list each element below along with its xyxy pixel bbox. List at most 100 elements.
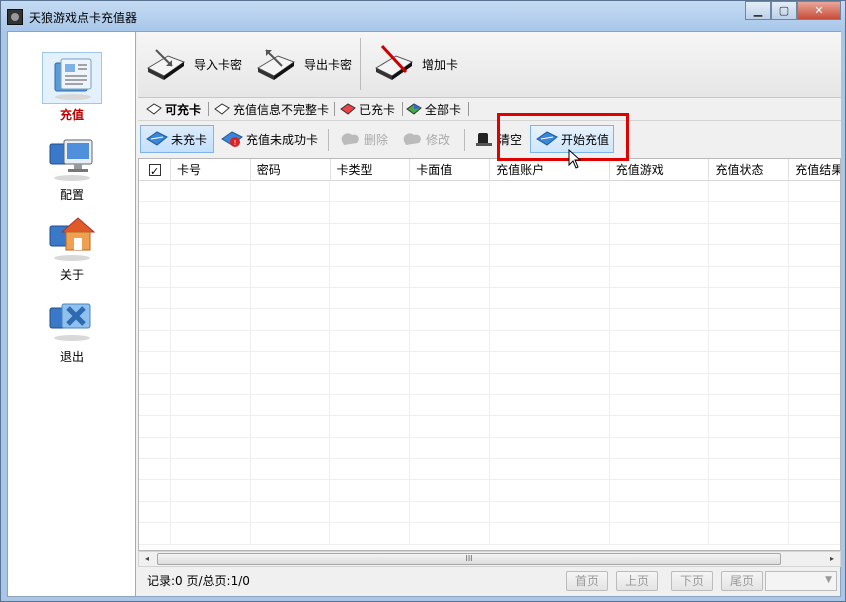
column-header[interactable]: 卡类型 bbox=[331, 159, 411, 181]
table-cell bbox=[330, 287, 411, 309]
table-cell bbox=[789, 416, 840, 436]
scroll-thumb[interactable]: III bbox=[157, 553, 781, 565]
table-cell bbox=[490, 373, 610, 394]
table-cell bbox=[490, 480, 610, 501]
table-cell bbox=[171, 459, 251, 480]
table-cell bbox=[709, 202, 790, 223]
table-row bbox=[139, 202, 840, 224]
table-cell bbox=[330, 223, 411, 245]
window-controls: ▁ ▢ ✕ bbox=[745, 1, 841, 23]
export-button[interactable]: 导出卡密 bbox=[252, 38, 352, 90]
page-select[interactable]: ▼ bbox=[765, 571, 837, 591]
table-cell bbox=[171, 373, 251, 394]
column-header[interactable]: 充值游戏 bbox=[610, 159, 710, 181]
table-cell bbox=[410, 309, 491, 330]
table-cell bbox=[789, 502, 840, 522]
start-recharge-label: 开始充值 bbox=[561, 132, 610, 147]
title-bar: 天狼游戏点卡充值器 ▁ ▢ ✕ bbox=[1, 1, 845, 31]
column-header[interactable]: 充值状态 bbox=[709, 159, 790, 181]
table-row bbox=[139, 352, 840, 374]
table-cell bbox=[410, 373, 491, 394]
table-cell bbox=[251, 330, 331, 352]
clear-icon bbox=[472, 129, 496, 149]
table-cell bbox=[709, 523, 790, 544]
table-cell bbox=[410, 245, 491, 266]
sidebar-item-recharge[interactable]: 充值 bbox=[8, 52, 136, 123]
tab-charged[interactable]: 已充卡 bbox=[338, 100, 395, 118]
table-cell bbox=[171, 245, 251, 266]
sidebar-item-exit[interactable]: 退出 bbox=[8, 294, 136, 365]
clear-button[interactable]: 清空 bbox=[468, 125, 526, 153]
select-all-checkbox[interactable] bbox=[139, 159, 171, 181]
maximize-icon: ▢ bbox=[778, 4, 790, 17]
import-button[interactable]: 导入卡密 bbox=[142, 38, 242, 90]
table-cell bbox=[171, 501, 251, 523]
table-cell bbox=[709, 245, 790, 266]
table-cell bbox=[139, 480, 171, 501]
table-cell bbox=[171, 202, 251, 223]
scroll-right-icon[interactable]: ▸ bbox=[824, 552, 840, 566]
column-header[interactable]: 卡号 bbox=[171, 159, 251, 181]
sidebar-item-label: 退出 bbox=[59, 350, 84, 364]
column-header[interactable]: 卡面值 bbox=[410, 159, 491, 181]
tab-label: 可充卡 bbox=[165, 102, 202, 117]
window-title: 天狼游戏点卡充值器 bbox=[29, 11, 138, 25]
last-page-button[interactable]: 尾页 bbox=[721, 571, 763, 591]
sidebar-item-config[interactable]: 配置 bbox=[8, 132, 136, 203]
uncharged-filter-button[interactable]: 未充卡 bbox=[140, 125, 214, 153]
table-cell bbox=[330, 309, 411, 330]
table-cell bbox=[709, 309, 790, 330]
horizontal-scrollbar[interactable]: ◂ III ▸ bbox=[138, 551, 841, 567]
column-header[interactable]: 密码 bbox=[251, 159, 331, 181]
tab-chargeable[interactable]: 可充卡 bbox=[144, 100, 201, 118]
add-card-label: 增加卡 bbox=[422, 57, 459, 72]
tab-all[interactable]: 全部卡 bbox=[404, 100, 461, 118]
import-card-icon bbox=[142, 40, 190, 88]
table-cell bbox=[610, 437, 710, 459]
sidebar-item-about[interactable]: 关于 bbox=[8, 212, 136, 283]
table-cell bbox=[251, 394, 331, 416]
tab-incomplete[interactable]: 充值信息不完整卡 bbox=[212, 100, 329, 118]
first-page-button[interactable]: 首页 bbox=[566, 571, 608, 591]
table-cell bbox=[789, 309, 840, 329]
table-cell bbox=[251, 523, 331, 544]
table-header: 卡号 密码 卡类型 卡面值 充值账户 充值游戏 充值状态 充值结果 bbox=[139, 159, 840, 181]
add-card-button[interactable]: 增加卡 bbox=[370, 38, 458, 90]
column-header[interactable]: 充值账户 bbox=[490, 159, 610, 181]
clear-label: 清空 bbox=[498, 132, 523, 147]
delete-button[interactable]: 删除 bbox=[334, 125, 392, 153]
edit-button[interactable]: 修改 bbox=[396, 125, 454, 153]
close-button[interactable]: ✕ bbox=[797, 1, 841, 20]
scroll-left-icon[interactable]: ◂ bbox=[139, 552, 155, 566]
table-cell bbox=[251, 437, 331, 459]
table-cell bbox=[330, 523, 411, 544]
table-cell bbox=[330, 480, 411, 501]
table-cell bbox=[490, 287, 610, 309]
table-cell bbox=[490, 459, 610, 480]
table-row bbox=[139, 266, 840, 288]
diamond-card-icon bbox=[146, 103, 162, 115]
main-toolbar: 导入卡密 导出卡密 增加卡 bbox=[138, 32, 841, 98]
table-cell bbox=[610, 480, 710, 501]
table-cell bbox=[330, 181, 411, 202]
table-cell bbox=[709, 394, 790, 416]
exit-icon bbox=[42, 294, 102, 346]
table-cell bbox=[789, 288, 840, 308]
table-cell bbox=[139, 394, 171, 416]
next-page-button[interactable]: 下页 bbox=[671, 571, 713, 591]
table-cell bbox=[490, 266, 610, 287]
minimize-button[interactable]: ▁ bbox=[745, 1, 771, 20]
tab-label: 已充卡 bbox=[359, 102, 396, 117]
table-cell bbox=[410, 181, 491, 202]
table-cell bbox=[789, 202, 840, 222]
prev-page-button[interactable]: 上页 bbox=[616, 571, 658, 591]
table-cell bbox=[789, 480, 840, 500]
failed-filter-button[interactable]: ! 充值未成功卡 bbox=[216, 125, 322, 153]
action-separator bbox=[328, 129, 329, 151]
maximize-button[interactable]: ▢ bbox=[771, 1, 797, 20]
table-cell bbox=[251, 459, 331, 480]
column-header[interactable]: 充值结果 bbox=[789, 159, 840, 181]
delete-label: 删除 bbox=[364, 132, 389, 147]
table-cell bbox=[330, 352, 411, 373]
table-row bbox=[139, 523, 840, 545]
